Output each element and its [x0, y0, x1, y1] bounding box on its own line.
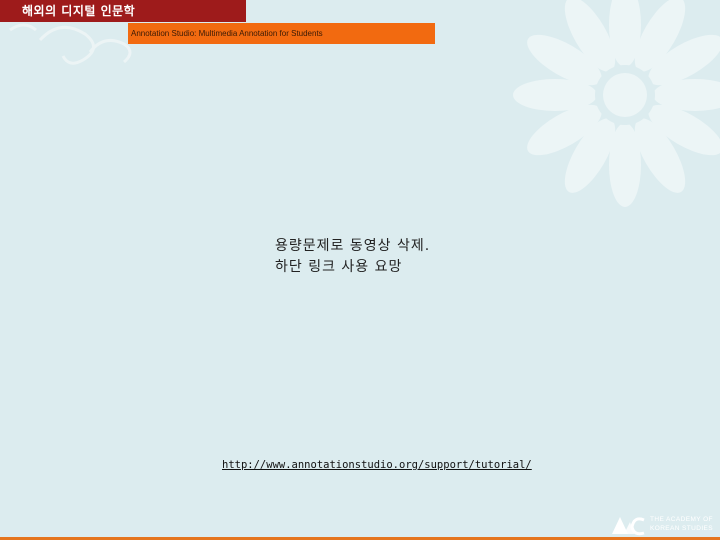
- tutorial-link[interactable]: http://www.annotationstudio.org/support/…: [222, 459, 532, 471]
- notice-text: 용량문제로 동영상 삭제. 하단 링크 사용 요망: [275, 236, 430, 278]
- academy-logo: THE ACADEMY OF KOREAN STUDIES: [610, 512, 718, 538]
- notice-line-1: 용량문제로 동영상 삭제.: [275, 238, 431, 254]
- slide: 해외의 디지털 인문학 Annotation Studio: Multimedi…: [0, 0, 720, 540]
- logo-line-2: KOREAN STUDIES: [650, 525, 714, 532]
- academy-logo-icon: [612, 517, 645, 536]
- subtitle-banner: Annotation Studio: Multimedia Annotation…: [128, 23, 435, 44]
- logo-line-1: THE ACADEMY OF: [650, 516, 713, 523]
- notice-line-2: 하단 링크 사용 요망: [275, 259, 403, 275]
- header-title: 해외의 디지털 인문학: [0, 0, 246, 22]
